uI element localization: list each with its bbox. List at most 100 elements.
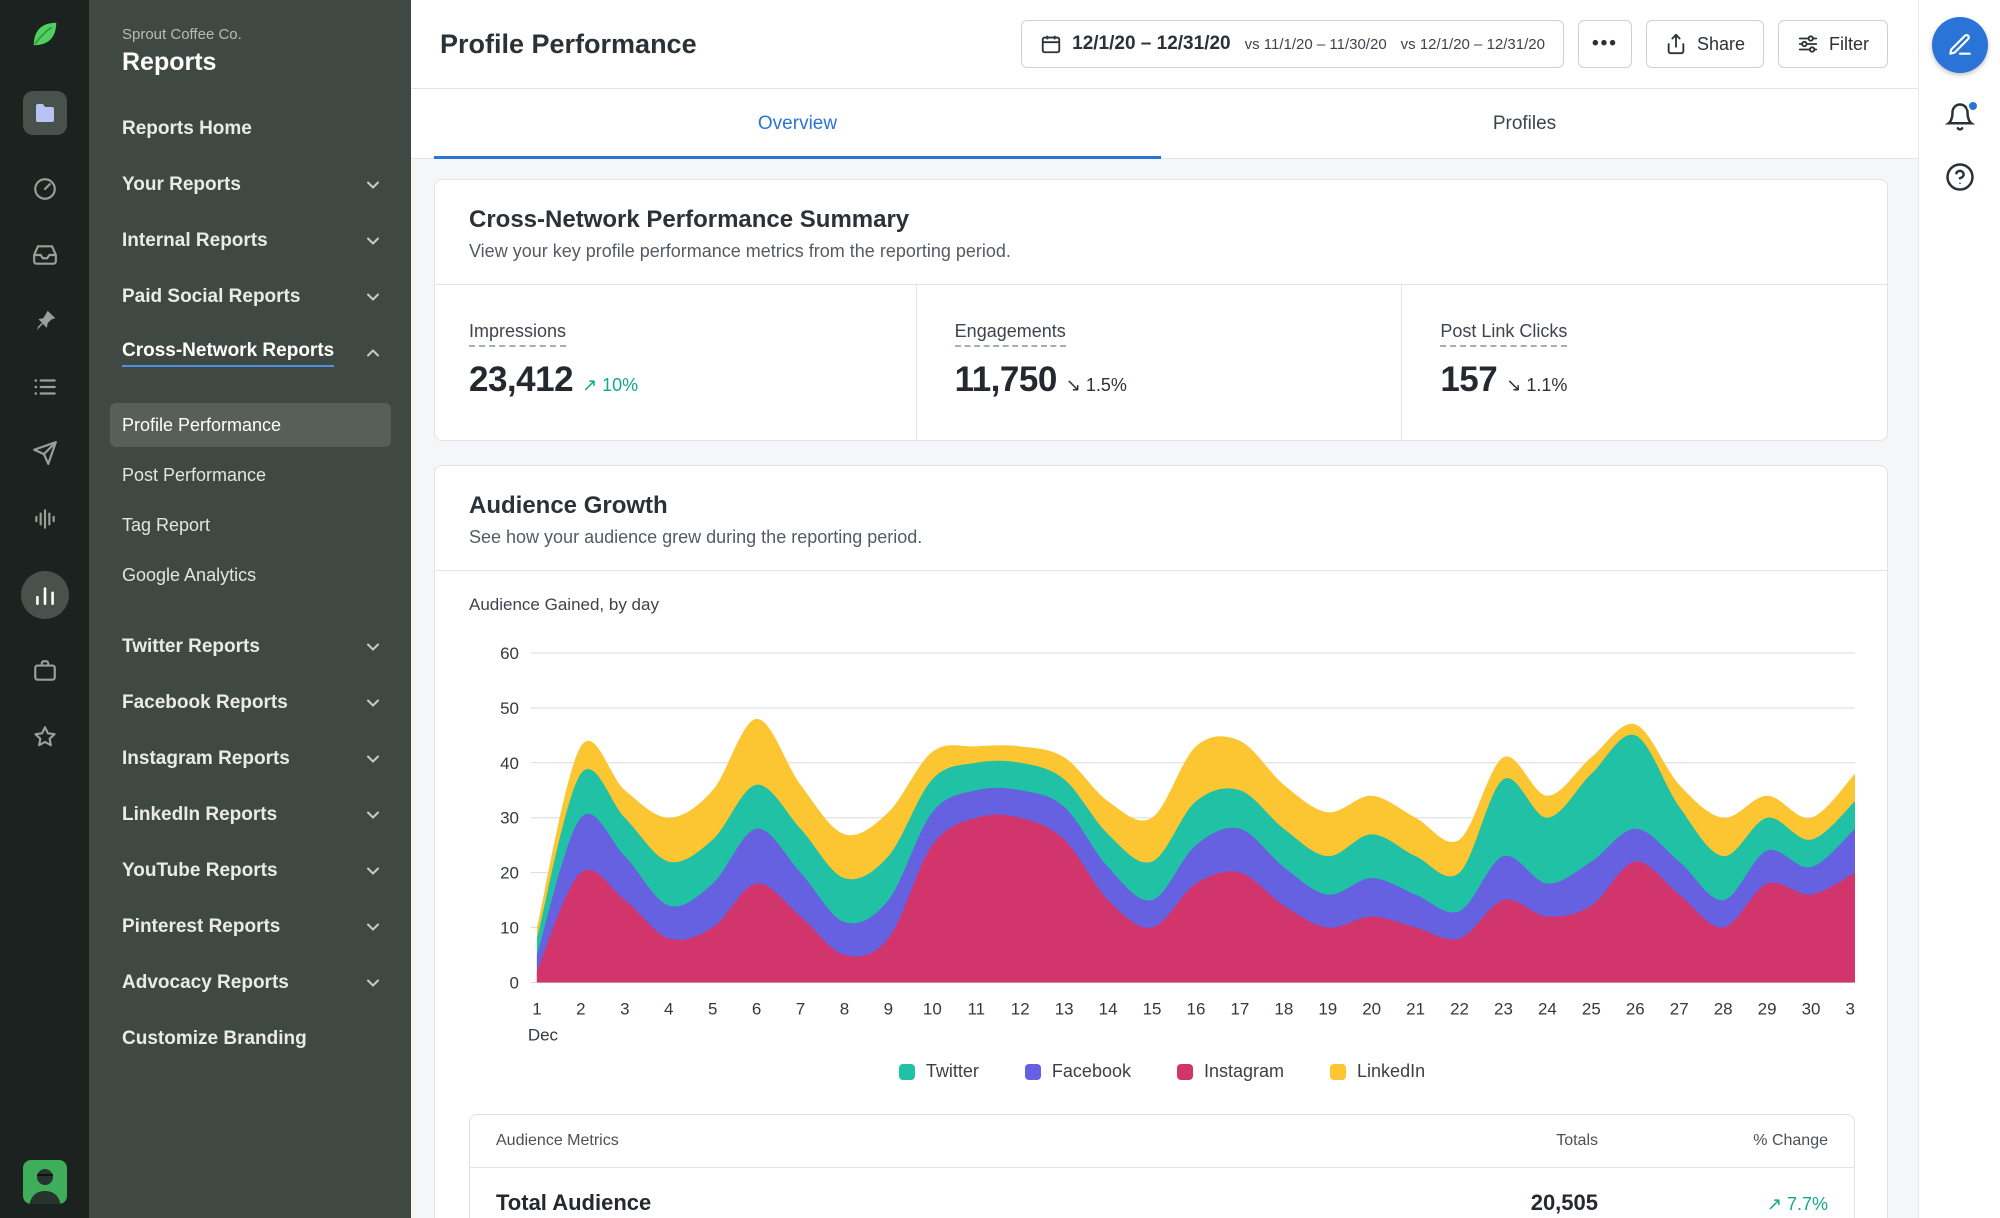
- sidebar-item-label: Instagram Reports: [122, 748, 290, 769]
- table-row-total-audience: Total Audience 20,505 ↗ 7.7%: [470, 1168, 1854, 1218]
- svg-text:11: 11: [967, 999, 985, 1018]
- svg-text:22: 22: [1450, 999, 1469, 1018]
- svg-text:15: 15: [1143, 999, 1162, 1018]
- svg-text:0: 0: [510, 973, 519, 992]
- sidebar-item-post-performance[interactable]: Post Performance: [110, 453, 391, 497]
- sidebar-item-label: Internal Reports: [122, 230, 268, 251]
- sidebar-item-advocacy-reports[interactable]: Advocacy Reports: [110, 955, 391, 1011]
- page-header: Profile Performance 12/1/20 – 12/31/20 v…: [411, 0, 1918, 89]
- sidebar-item-youtube-reports[interactable]: YouTube Reports: [110, 843, 391, 899]
- svg-text:9: 9: [884, 999, 893, 1018]
- sidebar-item-facebook-reports[interactable]: Facebook Reports: [110, 675, 391, 731]
- tab-profiles[interactable]: Profiles: [1161, 89, 1888, 158]
- compose-pencil-icon: [1948, 34, 1971, 55]
- bar-chart-icon: [35, 587, 54, 605]
- metric-trend-up: ↗ 10%: [582, 375, 639, 395]
- row-label[interactable]: Total Audience: [496, 1190, 652, 1218]
- svg-text:29: 29: [1758, 999, 1777, 1018]
- sidebar-item-cross-network-reports[interactable]: Cross-Network Reports: [110, 325, 391, 381]
- svg-text:10: 10: [923, 999, 942, 1018]
- sidebar-item-label: Advocacy Reports: [122, 972, 289, 993]
- legend-swatch: [898, 1063, 915, 1080]
- tab-overview[interactable]: Overview: [434, 89, 1161, 159]
- svg-text:5: 5: [708, 999, 717, 1018]
- share-label: Share: [1696, 33, 1745, 54]
- legend-item-facebook[interactable]: Facebook: [1024, 1061, 1131, 1082]
- help-button[interactable]: [1944, 161, 1976, 193]
- sidebar-item-tag-report[interactable]: Tag Report: [110, 503, 391, 547]
- page-title: Profile Performance: [440, 28, 697, 59]
- rail-item-favorites[interactable]: [31, 723, 59, 751]
- svg-text:31: 31: [1846, 999, 1855, 1018]
- legend-item-instagram[interactable]: Instagram: [1176, 1061, 1285, 1082]
- rail-item-listening[interactable]: [31, 505, 59, 533]
- metric-label[interactable]: Engagements: [954, 321, 1066, 347]
- sprout-logo: [27, 16, 63, 57]
- metric-label[interactable]: Post Link Clicks: [1440, 321, 1568, 347]
- report-content: Cross-Network Performance Summary View y…: [411, 159, 1918, 1218]
- sidebar-item-label: Post Performance: [122, 464, 267, 485]
- share-button[interactable]: Share: [1645, 20, 1764, 68]
- rail-item-reports[interactable]: [20, 571, 69, 619]
- svg-text:10: 10: [500, 919, 519, 938]
- svg-text:3: 3: [620, 999, 629, 1018]
- sidebar-item-google-analytics[interactable]: Google Analytics: [110, 553, 391, 597]
- chart-legend: Twitter Facebook Instagram LinkedIn: [469, 1047, 1855, 1088]
- user-avatar[interactable]: [22, 1160, 67, 1204]
- app-rail: [0, 0, 89, 1218]
- svg-text:30: 30: [1802, 999, 1821, 1018]
- column-header-change: % Change: [1753, 1132, 1828, 1150]
- briefcase-icon: [33, 660, 56, 681]
- audience-growth-chart: 01020304050601 2 3 4 5 6 7 8 9 10 11 12 13 14 15 16 17 18…: [500, 644, 1855, 1044]
- rail-item-briefcase[interactable]: [31, 657, 59, 685]
- sidebar-item-label: Cross-Network Reports: [122, 340, 335, 367]
- notifications-button[interactable]: [1944, 100, 1979, 133]
- more-options-button[interactable]: •••: [1577, 20, 1632, 68]
- legend-label: Instagram: [1203, 1061, 1285, 1082]
- sidebar-item-label: Google Analytics: [122, 564, 257, 585]
- table-body: Total Audience 20,505 ↗ 7.7%: [470, 1168, 1854, 1218]
- chevron-down-icon: [367, 237, 379, 245]
- sidebar-item-your-reports[interactable]: Your Reports: [110, 157, 391, 213]
- sidebar-item-label: Reports Home: [122, 118, 252, 139]
- sidebar-item-twitter-reports[interactable]: Twitter Reports: [110, 619, 391, 675]
- sidebar-item-customize-branding[interactable]: Customize Branding: [110, 1011, 391, 1067]
- chevron-up-icon: [367, 349, 379, 357]
- sidebar-item-internal-reports[interactable]: Internal Reports: [110, 213, 391, 269]
- sidebar-nav: Reports Home Your Reports Internal Reports…: [89, 101, 411, 1067]
- sidebar-item-profile-performance[interactable]: Profile Performance: [110, 403, 391, 447]
- rail-item-tasks[interactable]: [31, 373, 59, 401]
- sidebar-item-instagram-reports[interactable]: Instagram Reports: [110, 731, 391, 787]
- svg-text:28: 28: [1714, 999, 1733, 1018]
- sidebar-item-paid-social-reports[interactable]: Paid Social Reports: [110, 269, 391, 325]
- summary-card: Cross-Network Performance Summary View y…: [434, 179, 1888, 441]
- rail-item-publishing[interactable]: [31, 439, 59, 467]
- sidebar-item-linkedin-reports[interactable]: LinkedIn Reports: [110, 787, 391, 843]
- rail-item-plan[interactable]: [22, 91, 67, 135]
- svg-text:4: 4: [664, 999, 673, 1018]
- sidebar-item-pinterest-reports[interactable]: Pinterest Reports: [110, 899, 391, 955]
- summary-card-title: Cross-Network Performance Summary: [469, 206, 910, 233]
- filter-button[interactable]: Filter: [1778, 20, 1888, 68]
- date-range-button[interactable]: 12/1/20 – 12/31/20 vs 11/1/20 – 11/30/20…: [1021, 20, 1564, 68]
- svg-text:14: 14: [1099, 999, 1118, 1018]
- rail-item-inbox[interactable]: [31, 241, 59, 269]
- chevron-down-icon: [367, 923, 379, 931]
- legend-item-linkedin[interactable]: LinkedIn: [1330, 1061, 1425, 1082]
- question-circle-icon: [1945, 163, 1974, 191]
- rail-item-dashboard[interactable]: [31, 175, 59, 203]
- growth-card-subtitle: See how your audience grew during the re…: [469, 527, 923, 547]
- legend-swatch: [1176, 1063, 1193, 1080]
- svg-text:18: 18: [1274, 999, 1293, 1018]
- company-name: Sprout Coffee Co.: [122, 26, 242, 43]
- legend-item-twitter[interactable]: Twitter: [898, 1061, 979, 1082]
- sidebar-item-reports-home[interactable]: Reports Home: [110, 101, 391, 157]
- legend-label: Facebook: [1051, 1061, 1131, 1082]
- chart-section: Audience Gained, by day 0 10 20 30 40 50 60 1 2 3…: [435, 571, 1887, 1088]
- rail-item-pinned[interactable]: [31, 307, 59, 335]
- svg-text:60: 60: [500, 644, 519, 663]
- summary-card-subtitle: View your key profile performance metric…: [469, 241, 1011, 261]
- svg-text:20: 20: [1362, 999, 1381, 1018]
- metric-label[interactable]: Impressions: [469, 321, 567, 347]
- compose-button[interactable]: [1931, 17, 1988, 73]
